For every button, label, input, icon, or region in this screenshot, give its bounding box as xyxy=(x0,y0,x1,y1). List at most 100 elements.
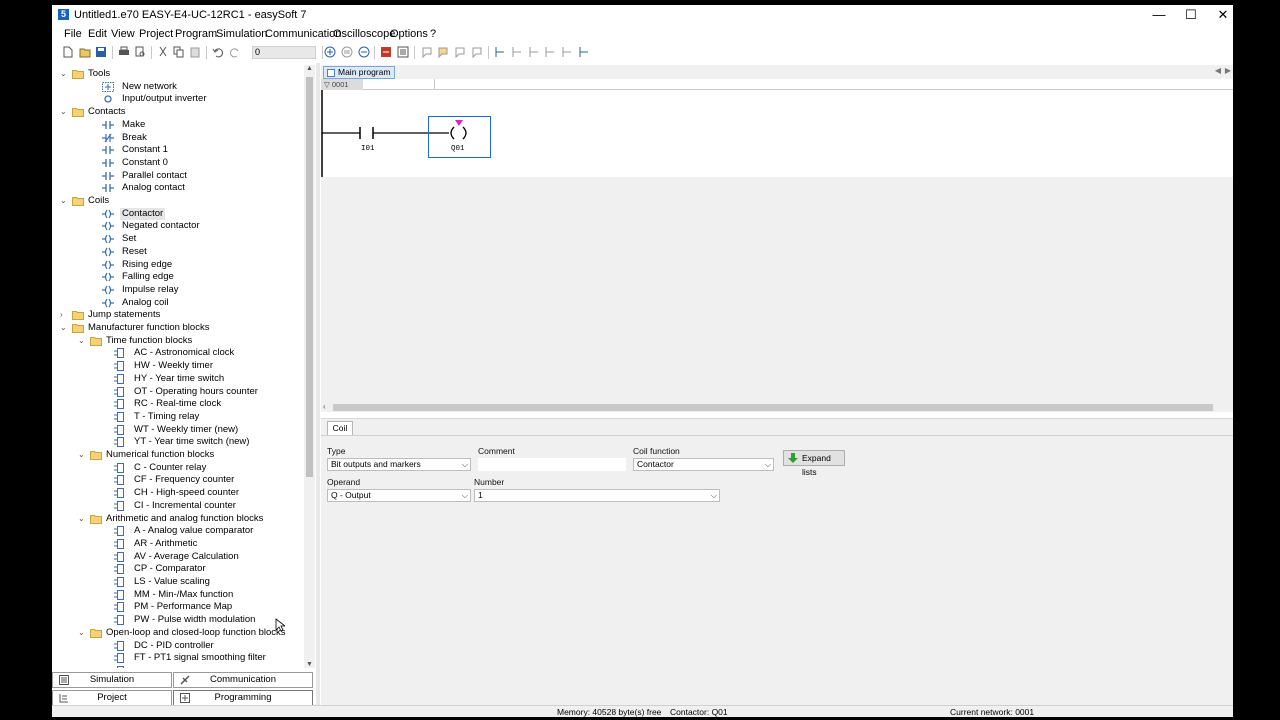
menu-program[interactable]: Program xyxy=(175,28,217,40)
block-icon xyxy=(114,462,124,473)
tree-scroll-thumb[interactable] xyxy=(306,77,313,477)
operand-label: Operand xyxy=(327,477,361,487)
comment-link-icon[interactable] xyxy=(454,46,466,58)
zoom-reset-icon[interactable] xyxy=(341,46,353,58)
network-append-icon[interactable] xyxy=(511,46,523,58)
new-file-icon[interactable] xyxy=(62,46,74,58)
menu-help[interactable]: ? xyxy=(430,28,436,40)
type-label: Type xyxy=(327,446,346,456)
block-icon xyxy=(114,500,124,511)
expand-lists-label: Expand lists xyxy=(802,453,831,477)
comment-remove-icon[interactable] xyxy=(471,46,483,58)
hscroll-left-icon[interactable]: ‹ xyxy=(323,402,326,411)
tree-item-label: New network xyxy=(122,80,177,92)
tab-project[interactable]: Project xyxy=(52,690,172,706)
cut-icon[interactable] xyxy=(157,46,169,58)
menu-communication[interactable]: Communication xyxy=(265,28,341,40)
comment-icon[interactable] xyxy=(421,46,433,58)
chevron-down-icon: ⌵ xyxy=(764,460,771,469)
status-bar: Memory: 40528 byte(s) free Contactor: Q0… xyxy=(52,705,1233,717)
expand-chevron-icon[interactable]: › xyxy=(60,309,68,321)
collapse-chevron-icon[interactable]: ⌄ xyxy=(60,195,68,207)
block-icon xyxy=(114,538,124,549)
menu-oscilloscope[interactable]: Oscilloscope xyxy=(333,28,395,40)
collapse-chevron-icon[interactable]: ⌄ xyxy=(78,335,86,347)
panel-splitter[interactable] xyxy=(316,63,320,710)
collapse-chevron-icon[interactable]: ⌄ xyxy=(60,106,68,118)
redo-icon[interactable] xyxy=(229,46,241,58)
network-edit-icon[interactable] xyxy=(578,46,590,58)
tab-coil[interactable]: Coil xyxy=(327,421,353,435)
cross-reference-icon[interactable] xyxy=(397,46,409,58)
tree-scrollbar[interactable]: ▲ ▼ xyxy=(304,65,315,668)
menu-project[interactable]: Project xyxy=(139,28,173,40)
tree-item-label: Tools xyxy=(88,68,111,79)
chevron-down-icon: ⌵ xyxy=(710,491,717,500)
collapse-chevron-icon[interactable]: ⌄ xyxy=(78,513,86,525)
block-icon xyxy=(114,399,124,410)
network-number[interactable]: ▽ 0001 xyxy=(321,79,363,90)
collapse-chevron-icon[interactable]: ⌄ xyxy=(60,68,68,80)
folder-icon xyxy=(72,108,84,118)
menu-simulation[interactable]: Simulation xyxy=(216,28,267,40)
tree-item-label: Analog contact xyxy=(122,182,185,194)
network-down-icon[interactable] xyxy=(544,46,556,58)
save-icon[interactable] xyxy=(95,46,107,58)
coil-icon xyxy=(102,272,114,282)
network-up-icon[interactable] xyxy=(528,46,540,58)
menu-edit[interactable]: Edit xyxy=(88,28,107,40)
tab-programming[interactable]: Programming xyxy=(173,690,313,706)
maximize-button[interactable]: ☐ xyxy=(1175,5,1207,25)
folder-icon xyxy=(72,324,84,333)
paste-icon[interactable] xyxy=(189,46,201,58)
zoom-in-icon[interactable] xyxy=(324,46,336,58)
tree-item-label: CP - Comparator xyxy=(134,563,206,575)
print-preview-icon[interactable] xyxy=(134,46,146,58)
tab-simulation-label: Simulation xyxy=(89,674,135,685)
coil-q01[interactable] xyxy=(450,126,467,140)
tab-communication[interactable]: Communication xyxy=(173,672,313,688)
zoom-out-icon[interactable] xyxy=(358,46,370,58)
coil-function-select[interactable]: Contactor ⌵ xyxy=(633,458,774,471)
tab-scroll-right-icon[interactable]: ▶ xyxy=(1225,66,1231,75)
network-comment-cell[interactable] xyxy=(363,79,435,90)
print-icon[interactable] xyxy=(118,46,130,58)
network-delete-icon[interactable] xyxy=(561,46,573,58)
number-value: 1 xyxy=(478,490,483,500)
editor-hscroll-thumb[interactable] xyxy=(333,404,1213,411)
tab-scroll-left-icon[interactable]: ◀ xyxy=(1215,66,1221,75)
menu-view[interactable]: View xyxy=(111,28,135,40)
check-program-icon[interactable] xyxy=(380,46,392,58)
copy-icon[interactable] xyxy=(173,46,185,58)
scroll-down-icon[interactable]: ▼ xyxy=(306,661,313,668)
comment-field[interactable] xyxy=(478,458,626,471)
menu-file[interactable]: File xyxy=(64,28,82,40)
number-select[interactable]: 1 ⌵ xyxy=(474,489,720,502)
tab-simulation[interactable]: Simulation xyxy=(52,672,172,688)
close-button[interactable]: ✕ xyxy=(1207,5,1233,25)
coil-function-label: Coil function xyxy=(633,446,680,456)
block-icon xyxy=(114,475,124,486)
tab-main-program[interactable]: Main program xyxy=(323,66,396,79)
folder-icon xyxy=(90,628,102,638)
collapse-chevron-icon[interactable]: ⌄ xyxy=(60,322,68,334)
expand-lists-button[interactable]: Expand lists xyxy=(783,450,845,477)
contact-i01[interactable] xyxy=(359,127,374,139)
collapse-chevron-icon[interactable]: ⌄ xyxy=(78,449,86,461)
menu-options[interactable]: Options xyxy=(390,28,428,40)
minimize-button[interactable]: — xyxy=(1143,5,1175,25)
comment-edit-icon[interactable] xyxy=(437,46,449,58)
type-select[interactable]: Bit outputs and markers ⌵ xyxy=(327,458,471,471)
operand-select[interactable]: Q - Output ⌵ xyxy=(327,489,471,502)
scroll-up-icon[interactable]: ▲ xyxy=(306,65,313,72)
open-file-icon[interactable] xyxy=(79,46,91,58)
block-icon xyxy=(114,437,124,448)
collapse-chevron-icon[interactable]: ⌄ xyxy=(78,627,86,639)
network-insert-icon[interactable] xyxy=(494,46,506,58)
type-select-value: Bit outputs and markers xyxy=(331,459,421,469)
editor-hscrollbar[interactable]: ‹ xyxy=(321,402,1233,412)
title-bar: 5 Untitled1.e70 EASY-E4-UC-12RC1 - easyS… xyxy=(52,5,1233,25)
tree-item-label: AR - Arithmetic xyxy=(134,537,198,549)
undo-icon[interactable] xyxy=(212,46,224,58)
zoom-field[interactable]: 0 xyxy=(252,46,316,59)
